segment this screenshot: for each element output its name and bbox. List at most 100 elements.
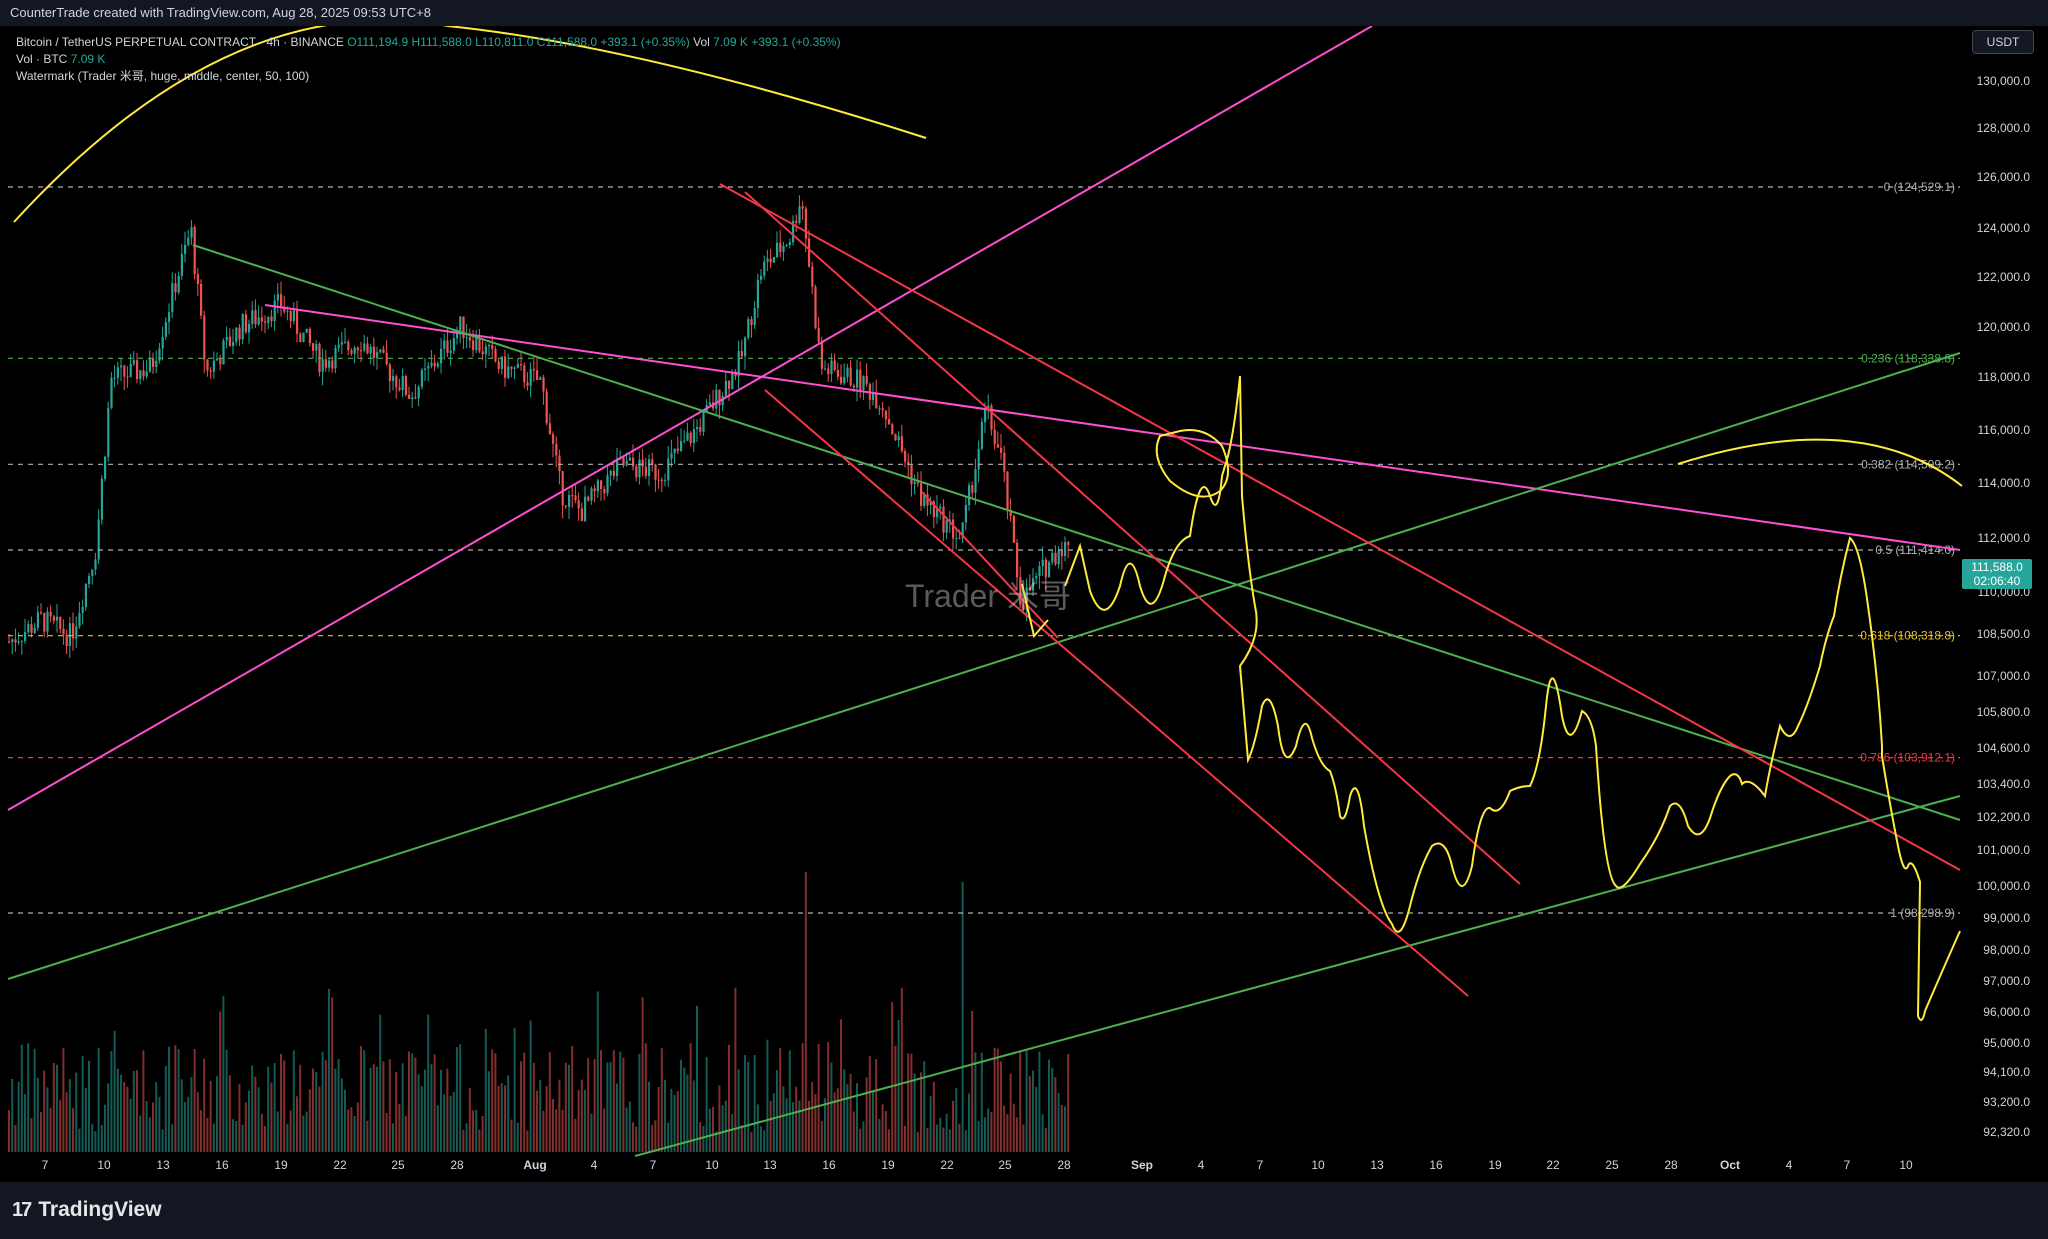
candle-body [836, 369, 839, 377]
volume-bar [638, 1053, 641, 1152]
candle-body [488, 344, 491, 347]
candle-body [132, 360, 135, 364]
volume-bar [846, 1084, 849, 1152]
candle-body [78, 613, 81, 627]
candle-body [472, 340, 475, 350]
candle-body [952, 519, 955, 539]
candle-body [648, 459, 651, 476]
candle-body [187, 237, 190, 245]
candle-body [747, 319, 750, 338]
volume-bar [814, 1094, 817, 1152]
volume-bar [529, 1020, 532, 1152]
volume-bar [177, 1049, 180, 1152]
candle-body [1067, 542, 1070, 545]
volume-bar [734, 987, 737, 1152]
volume-bar [388, 1059, 391, 1152]
volume-bar [721, 1105, 724, 1152]
currency-button[interactable]: USDT [1972, 30, 2034, 54]
volume-bar [763, 1130, 766, 1152]
volume-bar [801, 1043, 804, 1152]
candle-body [11, 639, 14, 642]
volume-bar [632, 1122, 634, 1152]
candle-body [625, 460, 628, 466]
price-tick-label: 105,800.0 [1977, 705, 2031, 719]
candle-body [820, 341, 823, 369]
volume-bar [372, 1064, 375, 1152]
volume-bar [712, 1106, 714, 1152]
candle-body [62, 628, 65, 635]
volume-bar [971, 1011, 974, 1152]
volume-bar [436, 1105, 439, 1152]
candle-body [414, 397, 417, 399]
volume-bar [1054, 1077, 1057, 1152]
volume-bar [113, 1030, 116, 1152]
volume-bar [107, 1083, 110, 1152]
price-tick-label: 102,200.0 [1977, 810, 2031, 824]
candle-body [587, 496, 590, 501]
candle-body [520, 364, 523, 366]
volume-bar [33, 1048, 36, 1152]
chart-area[interactable]: 0 (124,529.1) 0.236 (118,338.8) 0.382 (114… [0, 19, 2048, 1182]
candle-body [670, 453, 673, 459]
candle-body [100, 478, 103, 520]
volume-bar [798, 1100, 801, 1152]
candle-body [145, 371, 148, 377]
price-tick-label: 116,000.0 [1978, 423, 2031, 437]
volume-bar [308, 1089, 311, 1152]
volume-bar [760, 1126, 762, 1152]
time-tick-label: 28 [1664, 1158, 1678, 1172]
candle-body [257, 317, 260, 325]
volume-bar [744, 1055, 746, 1152]
candle-body [30, 624, 33, 633]
volume-bar [1032, 1070, 1034, 1152]
volume-bar [561, 1109, 564, 1152]
candle-body [478, 337, 481, 352]
candle-body [385, 352, 388, 365]
candle-body [980, 422, 983, 449]
tradingview-logo[interactable]: 17 TradingView [12, 1198, 162, 1222]
candle-body [308, 328, 311, 344]
candle-body [801, 206, 804, 209]
volume-bar [484, 1028, 487, 1152]
candle-body [177, 275, 180, 293]
volume-bar [910, 1053, 913, 1152]
volume-bar [420, 1086, 423, 1152]
volume-bar [702, 1126, 705, 1152]
candle-body [715, 389, 718, 409]
candle-body [376, 352, 379, 358]
volume-bar [187, 1096, 190, 1152]
legend-symbol[interactable]: Bitcoin / TetherUS PERPETUAL CONTRACT · … [16, 35, 344, 49]
volume-bar [340, 1078, 343, 1152]
candle-body [718, 389, 721, 406]
candle-body [267, 316, 270, 323]
volume-bar [126, 1086, 129, 1152]
time-tick-label: 22 [1546, 1158, 1560, 1172]
candle-body [379, 349, 382, 353]
candle-body [276, 294, 279, 301]
volume-bar [328, 988, 330, 1152]
candle-body [40, 612, 43, 614]
volume-bar [155, 1082, 158, 1152]
candle-body [542, 377, 545, 392]
price-tick-label: 120,000.0 [1977, 320, 2031, 334]
candle-body [52, 616, 55, 621]
candle-body [808, 238, 811, 267]
legend-low: L110,811.0 [475, 35, 534, 49]
legend-watermark-line[interactable]: Watermark (Trader 米哥, huge, middle, cent… [16, 68, 841, 85]
volume-bar [609, 1062, 612, 1152]
volume-bar [836, 1088, 839, 1152]
candle-body [555, 443, 558, 456]
volume-bar [75, 1072, 78, 1152]
candle-body [465, 337, 468, 339]
legend-vol-line-label[interactable]: Vol · BTC [16, 52, 67, 66]
volume-bar [235, 1121, 238, 1152]
candle-body [872, 393, 875, 400]
volume-bar [1060, 1104, 1063, 1152]
volume-bar [932, 1081, 935, 1152]
price-tick-label: 98,000.0 [1983, 943, 2030, 957]
volume-bar [1025, 1050, 1028, 1152]
volume-bar [1012, 1103, 1015, 1152]
candle-body [321, 359, 324, 372]
volume-bar [980, 1052, 983, 1152]
price-tick-label: 103,400.0 [1977, 777, 2031, 791]
